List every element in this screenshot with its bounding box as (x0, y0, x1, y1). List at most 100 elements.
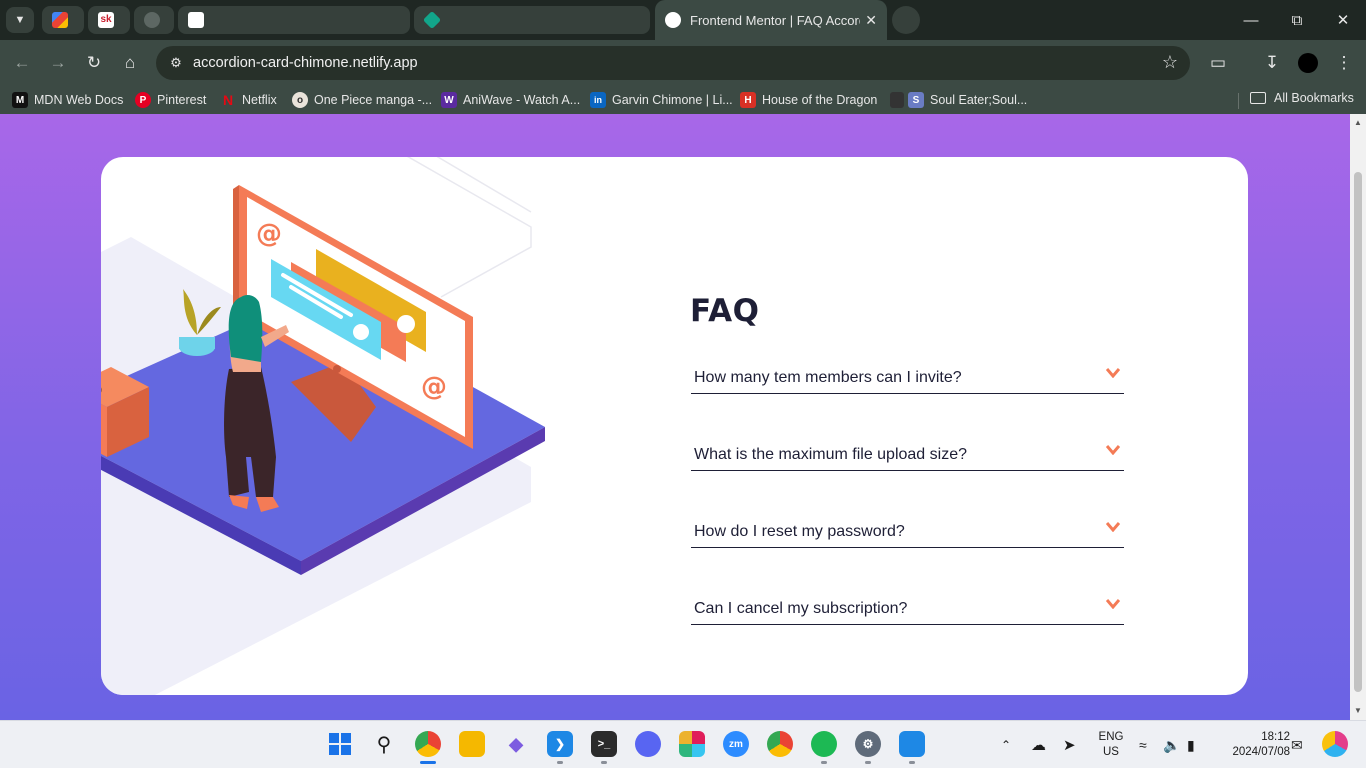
restore-button[interactable]: ⧉ (1274, 0, 1320, 40)
tab-frontend-mentor[interactable]: Frontend Mentor | FAQ Accordi ✕ (655, 0, 887, 40)
tab-page[interactable] (178, 6, 410, 34)
bookmark-one-piece[interactable]: o One Piece manga -... (292, 91, 432, 109)
language-label: ENG (1098, 731, 1124, 743)
diamond-icon (422, 10, 442, 30)
downloads-button[interactable]: ↧ (1260, 51, 1284, 75)
bookmarks-divider (1238, 93, 1239, 109)
minimize-button[interactable]: — (1228, 0, 1274, 40)
bookmark-netflix[interactable]: N Netflix (220, 91, 277, 109)
bookmark-label: MDN Web Docs (34, 93, 124, 107)
faq-question: How many tem members can I invite? (694, 369, 962, 386)
soul-eater-icon (890, 92, 904, 108)
bookmark-pinterest[interactable]: P Pinterest (135, 91, 206, 109)
netflix-icon: N (222, 92, 234, 108)
language-indicator[interactable]: ENG US (1093, 730, 1129, 760)
scroll-up-icon[interactable]: ▲ (1353, 118, 1363, 127)
woman-online-illustration: @ @ @ (101, 157, 545, 695)
battery-icon[interactable]: ▮ (1187, 721, 1195, 768)
scrollbar-thumb[interactable] (1354, 172, 1362, 692)
svg-text:@: @ (421, 372, 447, 402)
site-info-icon[interactable]: ⚙ (164, 51, 188, 75)
extensions-button[interactable]: ▭ (1206, 51, 1230, 75)
reload-icon: ↻ (86, 53, 102, 72)
menu-button[interactable]: ⋮ (1332, 51, 1356, 75)
url-text[interactable]: accordion-card-chimone.netlify.app (193, 55, 418, 71)
settings-gear-icon[interactable]: ⚙ (855, 731, 881, 757)
bookmark-aniwave[interactable]: W AniWave - Watch A... (441, 91, 580, 109)
bookmark-star-icon[interactable]: ☆ (1162, 52, 1178, 73)
close-icon: ✕ (1336, 12, 1350, 29)
tab-gmail[interactable] (42, 6, 84, 34)
scroll-down-icon[interactable]: ▼ (1353, 706, 1363, 715)
tab-sk[interactable]: sk (88, 6, 130, 34)
faq-item-3[interactable]: How do I reset my password? (691, 510, 1124, 548)
bookmark-mdn[interactable]: M MDN Web Docs (12, 91, 123, 109)
zoom-icon[interactable]: zm (723, 731, 749, 757)
clock-time: 18:12 (1261, 731, 1290, 743)
reload-button[interactable]: ↻ (82, 51, 106, 75)
faq-question: What is the maximum file upload size? (694, 446, 967, 463)
file-explorer-icon[interactable] (459, 731, 485, 757)
home-button[interactable]: ⌂ (118, 51, 142, 75)
chrome-icon[interactable] (415, 731, 441, 757)
terminal-icon[interactable]: >_ (591, 731, 617, 757)
page-scrollbar[interactable]: ▲ ▼ (1350, 114, 1366, 720)
vscode-icon[interactable]: ❯ (547, 731, 573, 757)
chevron-down-icon (1106, 368, 1120, 378)
browser-toolbar: ← → ↻ ⌂ ⚙ accordion-card-chimone.netlify… (0, 40, 1366, 86)
chrome-active-indicator (420, 761, 436, 764)
github-icon (144, 12, 160, 28)
chrome-profile-icon[interactable] (767, 731, 793, 757)
show-hidden-icons-button[interactable]: ⌃ (1001, 721, 1011, 768)
windows-start-icon[interactable] (327, 731, 353, 757)
faq-item-2[interactable]: What is the maximum file upload size? (691, 433, 1124, 471)
faq-item-1[interactable]: How many tem members can I invite? (691, 356, 1124, 394)
obsidian-icon[interactable]: ◆ (503, 731, 529, 757)
new-tab-button[interactable] (892, 6, 920, 34)
faq-item-4[interactable]: Can I cancel my subscription? (691, 587, 1124, 625)
bookmark-label: One Piece manga -... (314, 93, 433, 107)
bookmark-label: AniWave - Watch A... (463, 93, 581, 107)
spotify-icon[interactable] (811, 731, 837, 757)
close-window-button[interactable]: ✕ (1320, 0, 1366, 40)
download-icon: ↧ (1264, 53, 1280, 72)
clock[interactable]: 18:12 2024/07/08 (1214, 730, 1290, 760)
tab-diamond[interactable] (414, 6, 650, 34)
onedrive-offline-icon[interactable]: ☁ (1031, 721, 1046, 768)
discord-icon[interactable] (635, 731, 661, 757)
mdn-icon: M (12, 92, 28, 108)
bookmark-linkedin[interactable]: in Garvin Chimone | Li... (590, 91, 733, 109)
address-bar[interactable]: ⚙ accordion-card-chimone.netlify.app ☆ (156, 46, 1190, 80)
bookmark-label: Soul Eater;Soul... (930, 93, 1028, 107)
minimize-icon: — (1243, 11, 1259, 29)
copilot-icon[interactable] (1322, 731, 1348, 757)
clock-date: 2024/07/08 (1232, 746, 1290, 758)
photos-icon[interactable] (899, 731, 925, 757)
faq-question: How do I reset my password? (694, 523, 905, 540)
notification-bell-icon[interactable]: ✉ (1291, 721, 1303, 768)
arrow-right-icon: → (49, 53, 67, 72)
bookmark-house-of-the-dragon[interactable]: H House of the Dragon (740, 91, 877, 109)
puzzle-icon: ▭ (1209, 53, 1227, 72)
aniwave-icon: W (441, 92, 457, 108)
home-icon: ⌂ (124, 53, 136, 72)
location-icon[interactable]: ➤ (1063, 721, 1076, 768)
volume-icon[interactable]: 🔈 (1163, 721, 1180, 768)
tab-strip: ▼ sk Frontend Mentor | FAQ Accordi ✕ — ⧉… (0, 0, 1366, 40)
back-button[interactable]: ← (10, 51, 34, 75)
faq-question: Can I cancel my subscription? (694, 600, 908, 617)
tab-title: Frontend Mentor | FAQ Accordi (690, 12, 860, 28)
more-vertical-icon: ⋮ (1335, 53, 1353, 72)
tab-search-button[interactable]: ▼ (6, 7, 34, 33)
slack-icon[interactable] (679, 731, 705, 757)
close-icon[interactable]: ✕ (865, 12, 877, 28)
tab-github[interactable] (134, 6, 174, 34)
faq-card: @ @ @ FAQ How many tem members can (101, 157, 1248, 695)
all-bookmarks-button[interactable]: All Bookmarks (1250, 91, 1354, 105)
bookmark-soul-eater[interactable]: S Soul Eater;Soul... (890, 91, 1027, 109)
search-icon[interactable]: ⚲ (371, 731, 397, 757)
gmail-icon (52, 12, 68, 28)
forward-button[interactable]: → (46, 51, 70, 75)
profile-avatar[interactable] (1298, 53, 1318, 73)
wifi-icon[interactable]: ≈ (1139, 721, 1147, 768)
